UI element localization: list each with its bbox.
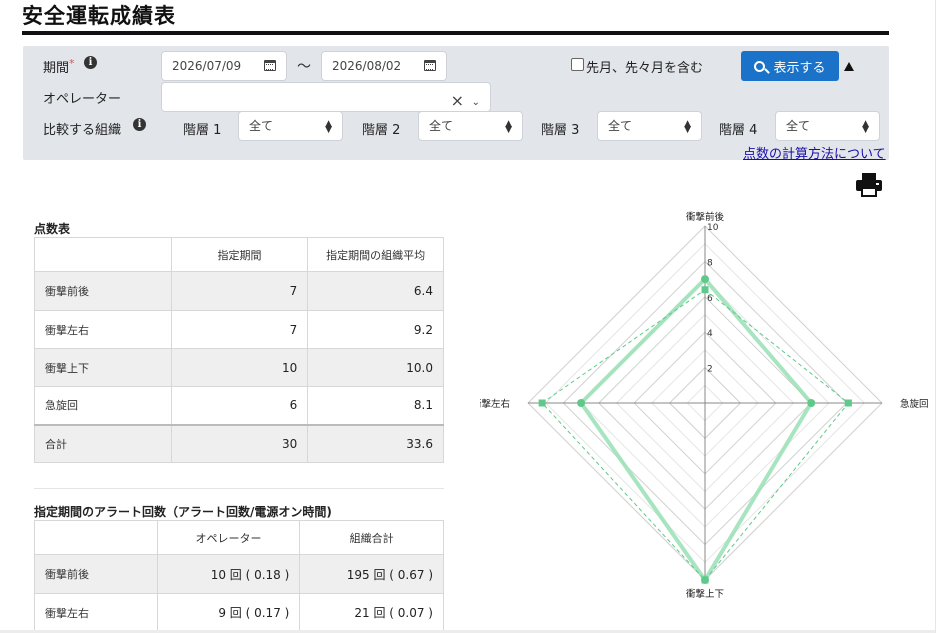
row-name: 衝撃左右: [34, 593, 158, 632]
radar-scale-label: 10: [707, 223, 719, 233]
level-1-value: 全て: [249, 119, 274, 133]
period-label-text: 期間: [43, 61, 70, 76]
select-caret-icon: ▲ ▼: [684, 119, 691, 135]
radar-series-line: [541, 289, 850, 581]
printer-icon[interactable]: [856, 173, 882, 197]
row-name: 衝撃左右: [34, 310, 172, 349]
column-header: 組織合計: [299, 520, 444, 555]
row-name: 衝撃前後: [34, 554, 158, 594]
table-row: 衝撃左右 9 回 ( 0.17 ) 21 回 ( 0.07 ): [34, 593, 444, 632]
section-divider: [34, 488, 444, 489]
period-score: 30: [170, 423, 309, 463]
show-button[interactable]: 表示する: [741, 51, 839, 81]
table-row: 急旋回 6 8.1: [34, 386, 444, 425]
level-3-label: 階層 3: [541, 123, 580, 138]
date-from-value: 2026/07/09: [172, 59, 242, 73]
period-label: 期間*: [43, 57, 75, 76]
select-caret-icon: ▲ ▼: [505, 119, 512, 135]
alert-table: オペレーター 組織合計 衝撃前後 10 回 ( 0.18 ) 195 回 ( 0…: [34, 520, 444, 632]
table-row: 衝撃前後 10 回 ( 0.18 ) 195 回 ( 0.67 ): [34, 554, 444, 594]
include-prev-checkbox[interactable]: [571, 58, 584, 71]
avg-score: 10.0: [307, 348, 444, 387]
row-name: 衝撃前後: [34, 271, 172, 311]
radar-data-point: [807, 399, 816, 407]
radar-axis-label: 急旋回: [900, 398, 929, 410]
radar-data-point: [577, 399, 586, 407]
level-3-select[interactable]: 全て ▲ ▼: [597, 111, 702, 141]
calendar-icon[interactable]: [264, 60, 276, 71]
org-count: 195 回 ( 0.67 ): [299, 554, 444, 594]
date-to-input[interactable]: 2026/08/02: [321, 51, 447, 81]
operator-count: 9 回 ( 0.17 ): [156, 593, 301, 632]
org-count: 21 回 ( 0.07 ): [299, 593, 444, 632]
show-button-label: 表示する: [773, 60, 826, 76]
column-header: オペレーター: [156, 520, 301, 555]
radar-chart: 246810衝撃前後急旋回衝撃上下衝撃左右: [480, 211, 929, 600]
avg-score: 6.4: [307, 271, 444, 311]
radar-data-point: [844, 399, 852, 407]
filter-panel: 期間* i 2026/07/09 〜 2026/08/02 先月、先々月を含む …: [23, 46, 889, 162]
radar-scale-label: 2: [707, 365, 713, 375]
row-name: 合計: [34, 423, 172, 463]
select-caret-icon: ▲ ▼: [862, 119, 869, 135]
radar-scale-label: 4: [707, 329, 713, 339]
operator-count: 10 回 ( 0.18 ): [156, 554, 301, 594]
radar-data-point: [701, 275, 709, 284]
calc-method-link[interactable]: 点数の計算方法について: [743, 143, 886, 162]
column-header: [34, 237, 172, 272]
select-caret-icon: ▲ ▼: [325, 119, 332, 135]
info-icon[interactable]: i: [133, 118, 146, 131]
collapse-toggle-icon[interactable]: [844, 62, 854, 71]
level-4-value: 全て: [786, 119, 811, 133]
column-header: 指定期間: [170, 237, 309, 272]
avg-score: 9.2: [307, 310, 444, 349]
date-to-value: 2026/08/02: [332, 59, 402, 73]
table-row: 衝撃前後 7 6.4: [34, 271, 444, 311]
column-header: 指定期間の組織平均: [307, 237, 444, 272]
title-rule: [22, 31, 889, 35]
column-header: [34, 520, 158, 555]
radar-data-point: [701, 286, 709, 294]
table-row: 衝撃上下 10 10.0: [34, 348, 444, 387]
level-2-label: 階層 2: [362, 123, 401, 138]
avg-score: 33.6: [307, 423, 444, 463]
total-row: 合計 30 33.6: [34, 423, 444, 463]
range-separator: 〜: [297, 59, 311, 75]
period-score: 10: [170, 348, 309, 387]
radar-axis-label: 衝撃前後: [686, 211, 725, 223]
search-icon: [754, 60, 766, 72]
table-row: 衝撃左右 7 9.2: [34, 310, 444, 349]
compare-label: 比較する組織: [43, 123, 122, 138]
required-mark: *: [69, 57, 75, 70]
period-score: 6: [170, 386, 309, 425]
radar-data-point: [538, 399, 546, 407]
include-prev-label: 先月、先々月を含む: [586, 61, 704, 76]
level-1-select[interactable]: 全て ▲ ▼: [238, 111, 343, 141]
operator-label: オペレーター: [43, 92, 122, 107]
level-4-select[interactable]: 全て ▲ ▼: [775, 111, 880, 141]
date-from-input[interactable]: 2026/07/09: [161, 51, 287, 81]
level-2-select[interactable]: 全て ▲ ▼: [418, 111, 523, 141]
radar-axis-label: 衝撃左右: [480, 398, 510, 410]
score-table: 指定期間 指定期間の組織平均 衝撃前後 7 6.4 衝撃左右 7 9.2 衝撃上…: [34, 237, 444, 463]
alert-table-title: 指定期間のアラート回数（アラート回数/電源オン時間): [34, 505, 332, 519]
row-name: 衝撃上下: [34, 348, 172, 387]
avg-score: 8.1: [307, 386, 444, 425]
score-table-title: 点数表: [34, 222, 71, 236]
level-1-label: 階層 1: [183, 123, 222, 138]
row-name: 急旋回: [34, 386, 172, 425]
period-score: 7: [170, 310, 309, 349]
level-3-value: 全て: [608, 119, 633, 133]
calendar-icon[interactable]: [424, 60, 436, 71]
level-4-label: 階層 4: [719, 123, 758, 138]
operator-select[interactable]: × ⌄: [161, 82, 491, 112]
radar-data-point: [701, 576, 709, 584]
radar-axis-label: 衝撃上下: [686, 588, 724, 600]
info-icon[interactable]: i: [84, 56, 97, 69]
level-2-value: 全て: [429, 119, 454, 133]
period-score: 7: [170, 271, 309, 311]
radar-scale-label: 8: [707, 258, 713, 268]
page-title: 安全運転成績表: [22, 4, 176, 28]
